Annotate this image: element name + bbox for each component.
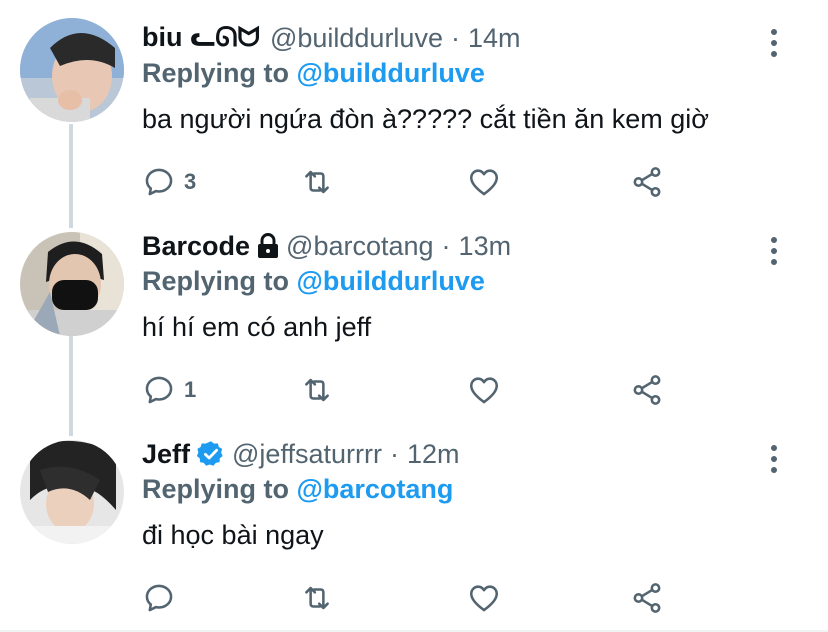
- retweet-icon: [305, 378, 329, 402]
- share-icon: [633, 375, 661, 405]
- tweet[interactable]: Barcode @barcotang · 13m Replying to @bu…: [0, 208, 828, 416]
- avatar-image: [20, 440, 124, 544]
- more-options-button[interactable]: [764, 444, 784, 474]
- reply-button[interactable]: 1: [142, 370, 196, 410]
- retweet-button[interactable]: [300, 370, 334, 410]
- display-name[interactable]: Barcode: [142, 231, 250, 262]
- like-button[interactable]: [467, 370, 501, 410]
- separator-dot: ·: [389, 438, 399, 469]
- replying-to: Replying to @builddurluve: [142, 58, 485, 89]
- replying-prefix: Replying to: [142, 266, 289, 296]
- display-name[interactable]: biu ᓚᘏᗢ: [142, 22, 260, 54]
- avatar-image: [20, 18, 124, 122]
- share-button[interactable]: [630, 162, 664, 202]
- reply-icon: [145, 376, 173, 404]
- replying-prefix: Replying to: [142, 58, 289, 88]
- mention-link[interactable]: @builddurluve: [297, 58, 485, 88]
- timestamp[interactable]: 13m: [459, 231, 512, 262]
- share-button[interactable]: [630, 370, 664, 410]
- tweet-text: hí hí em có anh jeff: [142, 312, 372, 342]
- replying-to: Replying to @barcotang: [142, 474, 453, 505]
- timestamp[interactable]: 14m: [468, 23, 521, 54]
- user-handle[interactable]: @jeffsaturrrr: [232, 439, 382, 470]
- reply-button[interactable]: [142, 578, 176, 618]
- like-button[interactable]: [467, 162, 501, 202]
- reply-count: 3: [184, 169, 197, 194]
- more-dots-icon: [771, 29, 777, 57]
- separator-dot: ·: [441, 230, 451, 261]
- mention-link[interactable]: @builddurluve: [297, 266, 485, 296]
- action-bar: 3: [142, 162, 682, 202]
- more-options-button[interactable]: [764, 28, 784, 58]
- separator-dot: ·: [450, 22, 460, 53]
- heart-icon: [469, 585, 499, 612]
- share-icon: [633, 583, 661, 613]
- replying-prefix: Replying to: [142, 474, 289, 504]
- retweet-button[interactable]: [300, 578, 334, 618]
- share-icon: [633, 167, 661, 197]
- retweet-icon: [305, 586, 329, 610]
- retweet-icon: [305, 170, 329, 194]
- like-button[interactable]: [467, 578, 501, 618]
- heart-icon: [469, 377, 499, 404]
- avatar-image: [20, 232, 124, 336]
- more-dots-icon: [771, 445, 777, 473]
- display-name[interactable]: Jeff: [142, 439, 190, 470]
- share-button[interactable]: [630, 578, 664, 618]
- more-options-button[interactable]: [764, 236, 784, 266]
- heart-icon: [469, 169, 499, 196]
- tweet[interactable]: biu ᓚᘏᗢ @builddurluve · 14m Replying to …: [0, 0, 828, 208]
- user-handle[interactable]: @builddurluve: [270, 23, 443, 54]
- lock-icon: [256, 233, 280, 259]
- action-bar: 1: [142, 370, 682, 410]
- avatar[interactable]: [20, 18, 124, 122]
- tweet[interactable]: Jeff @jeffsaturrrr · 12m Replying to @ba…: [0, 416, 828, 632]
- user-handle[interactable]: @barcotang: [286, 231, 434, 262]
- reply-button[interactable]: 3: [142, 162, 196, 202]
- retweet-button[interactable]: [300, 162, 334, 202]
- more-dots-icon: [771, 237, 777, 265]
- verified-badge-icon: [196, 439, 226, 469]
- timestamp[interactable]: 12m: [407, 439, 460, 470]
- reply-count: 1: [184, 377, 197, 402]
- action-bar: [142, 578, 682, 618]
- reply-icon: [145, 168, 173, 196]
- reply-icon: [145, 584, 173, 612]
- replying-to: Replying to @builddurluve: [142, 266, 485, 297]
- avatar[interactable]: [20, 440, 124, 544]
- avatar[interactable]: [20, 232, 124, 336]
- mention-link[interactable]: @barcotang: [297, 474, 454, 504]
- tweet-text: đi học bài ngay: [142, 520, 324, 550]
- tweet-text: ba người ngứa đòn à????? cắt tiền ăn kem…: [142, 104, 709, 134]
